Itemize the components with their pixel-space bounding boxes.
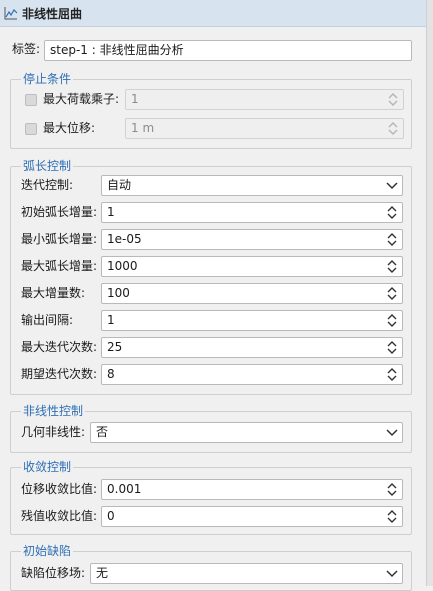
defect-field-select[interactable]: 无	[90, 563, 403, 584]
chevron-down-icon[interactable]	[385, 425, 399, 440]
step-label-row: 标签:	[12, 40, 45, 57]
max-load-factor-value: 1	[131, 92, 139, 106]
max-displacement-checkbox[interactable]	[25, 123, 37, 135]
spin-updown-icon[interactable]	[386, 92, 400, 107]
step-label-input[interactable]: step-1 : 非线性屈曲分析	[44, 40, 412, 61]
defect-field-value: 无	[96, 566, 109, 580]
disp-convergence-value: 0.001	[107, 482, 142, 496]
arc-length-group	[10, 166, 412, 395]
max-displacement-label: 最大位移:	[43, 121, 96, 135]
max-incs-value: 100	[107, 286, 130, 300]
geometric-nonlinear-label: 几何非线性:	[21, 425, 86, 439]
expected-iters-field[interactable]: 8	[101, 364, 403, 385]
resid-convergence-field[interactable]: 0	[101, 506, 403, 527]
max-arc-inc-label: 最大弧长增量:	[21, 259, 98, 273]
expected-iters-label: 期望迭代次数:	[21, 367, 98, 381]
output-interval-field[interactable]: 1	[101, 310, 403, 331]
spin-updown-icon[interactable]	[386, 121, 400, 136]
spin-updown-icon[interactable]	[385, 232, 399, 247]
initial-imperfection-title: 初始缺陷	[21, 544, 74, 558]
init-arc-inc-field[interactable]: 1	[101, 202, 403, 223]
spin-updown-icon[interactable]	[385, 340, 399, 355]
spin-updown-icon[interactable]	[385, 367, 399, 382]
stop-conditions-title: 停止条件	[21, 72, 74, 86]
arc-length-title: 弧长控制	[21, 159, 74, 173]
panel-header: 非线性屈曲	[0, 0, 426, 27]
geometric-nonlinear-value: 否	[96, 425, 109, 439]
iter-control-label: 迭代控制:	[21, 178, 74, 192]
min-arc-inc-label: 最小弧长增量:	[21, 232, 98, 246]
spin-updown-icon[interactable]	[385, 286, 399, 301]
max-load-factor-checkbox[interactable]	[25, 94, 37, 106]
max-arc-inc-field[interactable]: 1000	[101, 256, 403, 277]
disp-convergence-field[interactable]: 0.001	[101, 479, 403, 500]
init-arc-inc-label: 初始弧长增量:	[21, 205, 98, 219]
disp-convergence-label: 位移收敛比值:	[21, 482, 98, 496]
iter-control-select[interactable]: 自动	[101, 175, 403, 196]
max-iters-value: 25	[107, 340, 123, 354]
max-iters-field[interactable]: 25	[101, 337, 403, 358]
max-incs-field[interactable]: 100	[101, 283, 403, 304]
min-arc-inc-value: 1e-05	[107, 232, 142, 246]
expected-iters-value: 8	[107, 367, 115, 381]
output-interval-label: 输出间隔:	[21, 313, 74, 327]
init-arc-inc-value: 1	[107, 205, 115, 219]
chevron-down-icon[interactable]	[385, 566, 399, 581]
min-arc-inc-field[interactable]: 1e-05	[101, 229, 403, 250]
max-incs-label: 最大增量数:	[21, 286, 86, 300]
max-displacement-value: 1 m	[131, 121, 155, 135]
spin-updown-icon[interactable]	[385, 205, 399, 220]
spin-updown-icon[interactable]	[385, 509, 399, 524]
chevron-down-icon[interactable]	[385, 178, 399, 193]
convergence-control-title: 收敛控制	[21, 460, 74, 474]
max-displacement-field[interactable]: 1 m	[125, 118, 404, 139]
output-interval-value: 1	[107, 313, 115, 327]
max-iters-label: 最大迭代次数:	[21, 340, 98, 354]
defect-field-label: 缺陷位移场:	[21, 566, 86, 580]
geometric-nonlinear-select[interactable]: 否	[90, 422, 403, 443]
spin-updown-icon[interactable]	[385, 313, 399, 328]
panel-title: 非线性屈曲	[22, 6, 83, 21]
buckling-curve-icon	[4, 6, 18, 20]
max-load-factor-label: 最大荷载乘子:	[43, 92, 120, 106]
max-arc-inc-value: 1000	[107, 259, 138, 273]
spin-updown-icon[interactable]	[385, 482, 399, 497]
resid-convergence-value: 0	[107, 509, 115, 523]
step-label-caption: 标签:	[12, 42, 41, 56]
nonlinear-control-title: 非线性控制	[21, 404, 86, 418]
scrollbar[interactable]	[426, 0, 433, 586]
resid-convergence-label: 残值收敛比值:	[21, 509, 98, 523]
iter-control-value: 自动	[107, 178, 132, 192]
spin-updown-icon[interactable]	[385, 259, 399, 274]
max-load-factor-field[interactable]: 1	[125, 89, 404, 110]
